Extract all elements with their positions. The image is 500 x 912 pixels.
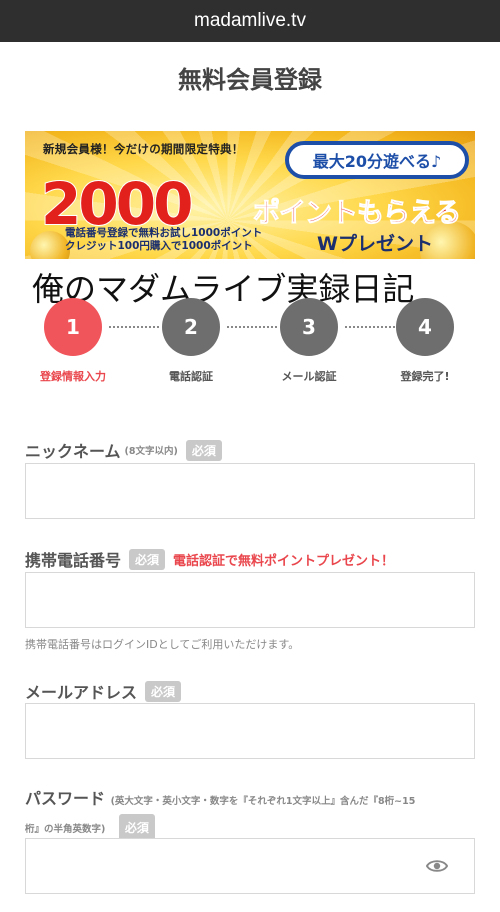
browser-url-bar[interactable]: madamlive.tv [0,0,500,42]
step-4-number: 4 [418,315,432,339]
step-3-label: メール認証 [281,370,337,383]
nickname-label-text: ニックネーム [25,442,121,461]
required-badge: 必須 [129,548,166,570]
banner-line3: 電話番号登録で無料お試し1000ポイント クレジット100円購入で1000ポイン… [65,227,262,253]
step-1-circle: 1 [44,298,102,356]
step-2-number: 2 [184,315,198,339]
promo-banner[interactable]: 新規会員様！今だけの期間限定特典！ 最大20分遊べる♪ 2000 ポイントもらえ… [25,131,475,259]
phone-label-text: 携帯電話番号 [25,551,122,570]
banner-big-number: 2000 [40,170,194,238]
required-badge: 必須 [185,439,222,461]
step-connector [345,326,395,328]
step-1-number: 1 [66,315,80,339]
phone-input[interactable] [25,572,475,628]
step-1-label: 登録情報入力 [40,370,106,383]
eye-icon[interactable] [426,857,448,875]
step-connector [109,326,159,328]
nickname-label: ニックネーム (8文字以内) 必須 [25,438,222,462]
step-3-circle: 3 [280,298,338,356]
banner-w-present: Wプレゼント [317,233,433,255]
banner-bubble-text: 最大20分遊べる♪ [312,152,442,171]
banner-line3b: クレジット100円購入で1000ポイント [65,240,253,252]
phone-hint: 携帯電話番号はログインIDとしてご利用いただけます。 [25,638,300,651]
step-3-number: 3 [302,315,316,339]
step-2-circle: 2 [162,298,220,356]
password-input[interactable] [25,838,475,894]
banner-line3a: 電話番号登録で無料お試し1000ポイント [65,227,263,239]
email-label: メールアドレス 必須 [25,679,182,703]
password-sublabel-2: 桁』の半角英数字) [25,824,106,835]
phone-promo-text: 電話認証で無料ポイントプレゼント！ [173,553,395,569]
nickname-input[interactable] [25,463,475,519]
banner-bubble: 最大20分遊べる♪ [285,141,469,179]
step-2-label: 電話認証 [169,370,213,383]
step-4-label: 登録完了! [400,370,450,383]
page-title: 無料会員登録 [178,66,322,94]
registration-stepper: 1 2 3 4 登録情報入力 電話認証 メール認証 登録完了! [0,298,500,388]
password-label-text: パスワード [25,789,106,808]
password-sublabel-1: (英大文字・英小文字・数字を『それぞれ1文字以上』含んだ『8桁~15 [110,796,416,807]
password-label: パスワード (英大文字・英小文字・数字を『それぞれ1文字以上』含んだ『8桁~15… [25,787,475,842]
step-connector [227,326,277,328]
banner-points-text: ポイントもらえる [252,198,461,230]
browser-url: madamlive.tv [194,10,306,31]
required-badge: 必須 [145,680,182,702]
phone-label: 携帯電話番号 必須 電話認証で無料ポイントプレゼント！ [25,547,394,571]
banner-line1: 新規会員様！今だけの期間限定特典！ [43,142,244,156]
step-4-circle: 4 [396,298,454,356]
email-input[interactable] [25,703,475,759]
nickname-sublabel: (8文字以内) [124,446,178,457]
email-label-text: メールアドレス [25,683,138,702]
